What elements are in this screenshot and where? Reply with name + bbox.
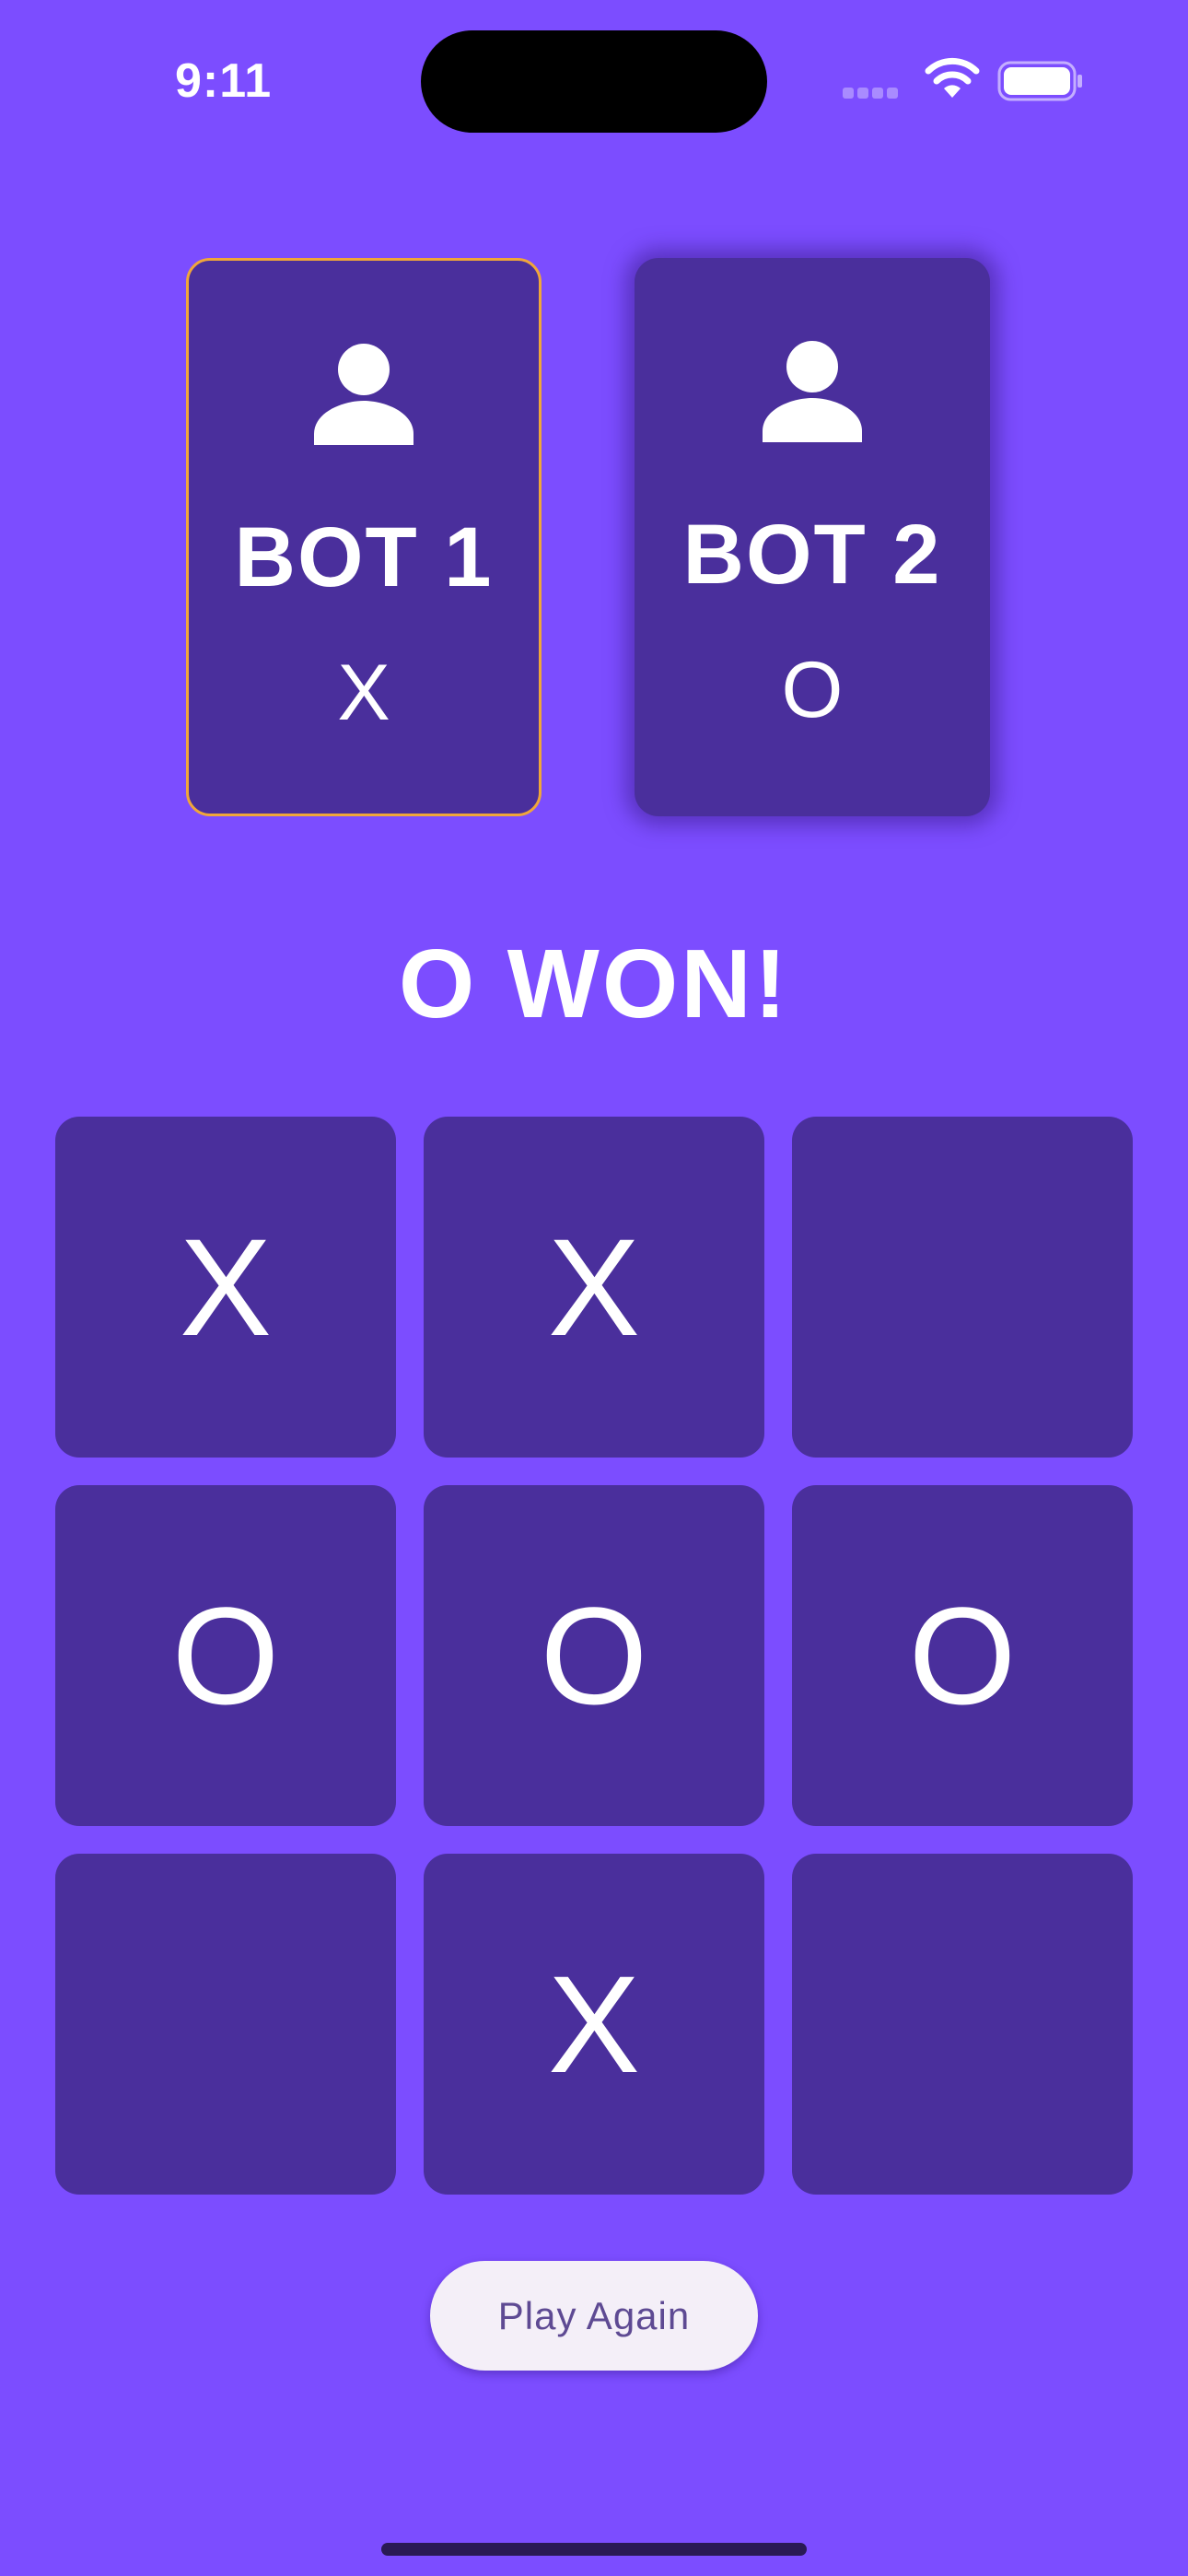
board-cell-1[interactable]: X <box>424 1117 764 1458</box>
player-card-bot-1: BOT 1 X <box>186 258 542 816</box>
board-cell-8[interactable] <box>792 1854 1133 2195</box>
dynamic-island <box>421 30 767 133</box>
status-time: 9:11 <box>175 54 273 108</box>
player-symbol: X <box>337 649 390 737</box>
battery-icon <box>997 61 1082 101</box>
person-icon <box>314 344 413 445</box>
board-cell-4[interactable]: O <box>424 1485 764 1826</box>
player-name: BOT 2 <box>682 508 942 602</box>
game-status-text: O WON! <box>398 930 790 1038</box>
person-icon <box>763 341 862 442</box>
wifi-icon <box>925 57 980 98</box>
board-cell-7[interactable]: X <box>424 1854 764 2195</box>
home-indicator[interactable] <box>381 2543 807 2556</box>
game-board: X X O O O X <box>55 1117 1133 2195</box>
cellular-signal-icon <box>843 87 903 99</box>
board-cell-3[interactable]: O <box>55 1485 396 1826</box>
player-name: BOT 1 <box>234 510 494 604</box>
board-cell-6[interactable] <box>55 1854 396 2195</box>
play-again-button[interactable]: Play Again <box>430 2261 758 2371</box>
player-symbol: O <box>781 646 844 734</box>
player-card-bot-2: BOT 2 O <box>635 258 990 816</box>
board-cell-2[interactable] <box>792 1117 1133 1458</box>
board-cell-5[interactable]: O <box>792 1485 1133 1826</box>
board-cell-0[interactable]: X <box>55 1117 396 1458</box>
